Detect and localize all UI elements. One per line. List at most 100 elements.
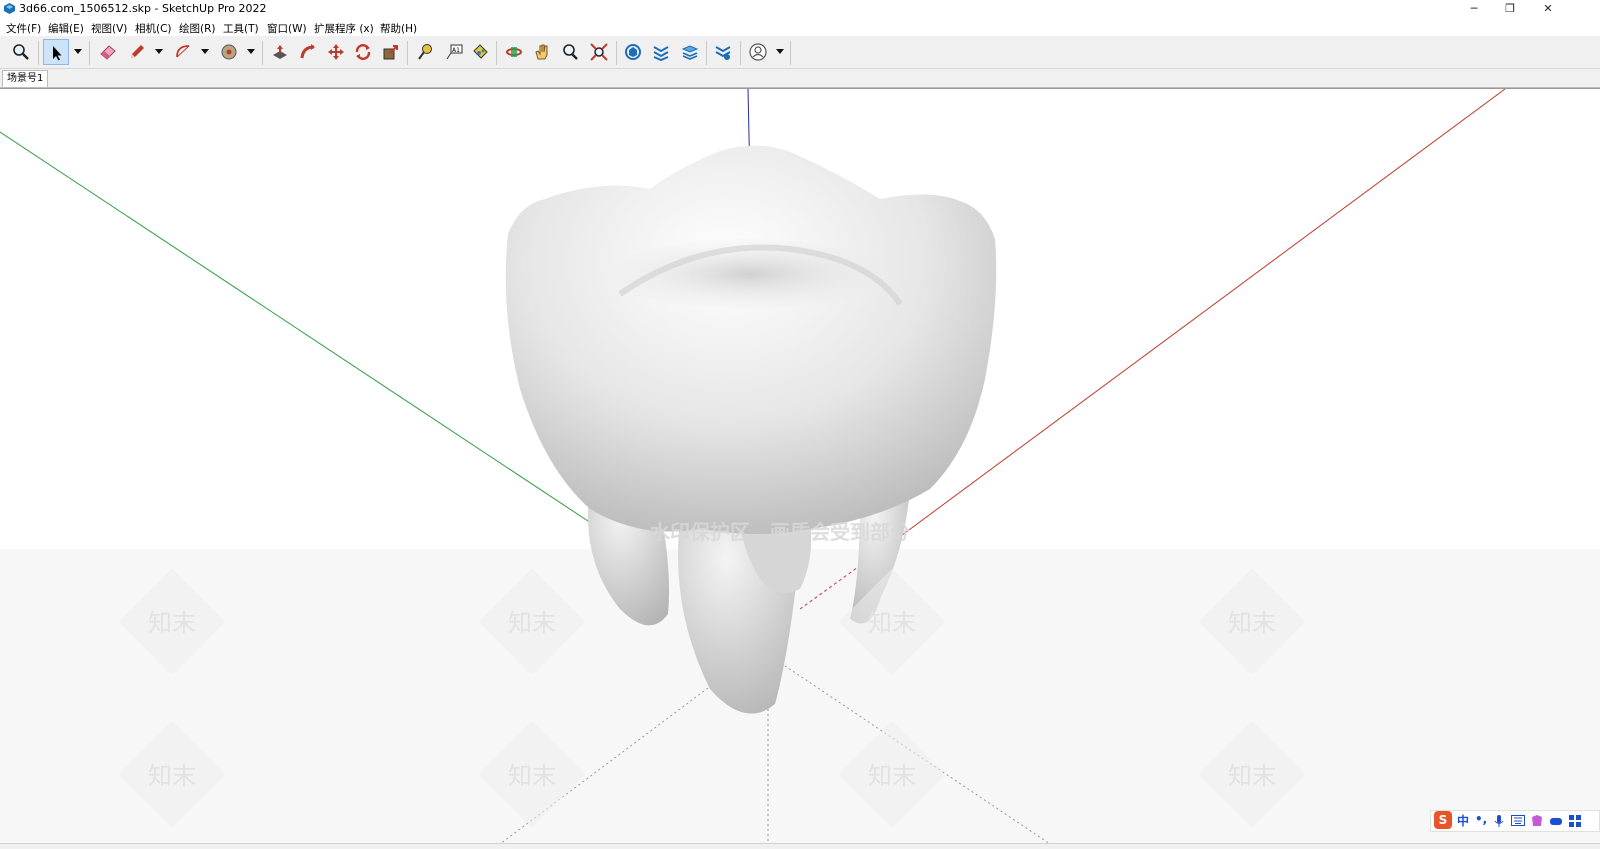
sketchup-logo-icon	[4, 3, 15, 14]
arc-icon	[176, 45, 190, 58]
watermark-logo: 知末	[508, 609, 556, 637]
zoom-extents-tool[interactable]	[586, 39, 612, 65]
extension-manager-tool[interactable]	[710, 39, 736, 65]
follow-me-icon	[300, 44, 315, 59]
orbit-icon	[506, 47, 522, 57]
zoom-extents-icon	[590, 43, 608, 61]
zoom-window-tool[interactable]	[8, 39, 34, 65]
ime-logo-icon[interactable]: S	[1434, 811, 1452, 829]
watermark-logo: 知末	[868, 609, 916, 637]
toolbar-separator	[790, 41, 791, 65]
orbit-tool[interactable]	[501, 39, 527, 65]
main-toolbar: A1	[0, 36, 1600, 69]
toolbar-separator	[38, 41, 39, 65]
extension-manager-icon	[715, 46, 731, 60]
svg-text:A1: A1	[452, 47, 460, 54]
watermark-logo: 知末	[148, 609, 196, 637]
menu-camera[interactable]: 相机(C)	[135, 21, 172, 36]
toolbar-separator	[706, 41, 707, 65]
watermark-logo: 知末	[508, 762, 556, 790]
rotate-icon	[355, 44, 371, 60]
push-pull-tool[interactable]	[267, 39, 293, 65]
layers-icon	[681, 45, 699, 60]
menu-edit[interactable]: 编辑(E)	[48, 21, 84, 36]
toolbar-separator	[740, 41, 741, 65]
drawing-viewport[interactable]: 知末 知末 知末 知末 知末 知末 知末 知末 水印保护区，画质会受到部分	[0, 88, 1600, 844]
status-bar	[0, 843, 1600, 849]
chevron-down-icon[interactable]	[201, 47, 209, 55]
menu-help[interactable]: 帮助(H)	[380, 21, 417, 36]
move-arrows-icon	[328, 44, 344, 60]
text-label-icon: A1	[446, 44, 463, 60]
arc-tool[interactable]	[170, 39, 196, 65]
extension-warehouse-icon	[653, 46, 669, 61]
ime-mode-toggle[interactable]: 中	[1457, 812, 1469, 829]
menu-window[interactable]: 窗口(W)	[267, 21, 307, 36]
keyboard-icon[interactable]	[1511, 815, 1525, 826]
toolbar-separator	[616, 41, 617, 65]
game-icon[interactable]	[1549, 814, 1563, 828]
scene-tabs-bar: 场景号1	[0, 69, 1600, 88]
move-tool[interactable]	[323, 39, 349, 65]
menu-file[interactable]: 文件(F)	[6, 21, 41, 36]
eraser-icon	[100, 45, 116, 60]
chevron-down-icon[interactable]	[247, 47, 255, 55]
watermark-logo: 知末	[148, 762, 196, 790]
menu-extensions[interactable]: 扩展程序 (x)	[314, 21, 374, 36]
watermark-logo: 知末	[1228, 762, 1276, 790]
text-tool[interactable]: A1	[441, 39, 467, 65]
paint-bucket-icon	[473, 44, 488, 59]
disc-icon	[221, 44, 237, 60]
follow-me-tool[interactable]	[295, 39, 321, 65]
scale-tool[interactable]	[378, 39, 404, 65]
window-title: 3d66.com_1506512.skp - SketchUp Pro 2022	[19, 2, 267, 15]
watermark-notice: 水印保护区，画质会受到部分	[650, 520, 910, 544]
chevron-down-icon[interactable]	[74, 47, 82, 55]
toolbar-separator	[262, 41, 263, 65]
restore-button[interactable]: ❐	[1492, 0, 1528, 18]
select-tool[interactable]	[43, 39, 69, 65]
title-bar: 3d66.com_1506512.skp - SketchUp Pro 2022…	[0, 0, 1600, 18]
toolbar-separator	[89, 41, 90, 65]
chevron-down-icon[interactable]	[776, 47, 784, 55]
menu-tools[interactable]: 工具(T)	[223, 21, 259, 36]
pan-tool[interactable]	[529, 39, 555, 65]
zoom-tool[interactable]	[557, 39, 583, 65]
ime-toolbar[interactable]: S 中 •,	[1430, 810, 1600, 832]
mic-icon[interactable]	[1493, 814, 1505, 828]
layout-tool[interactable]	[677, 39, 703, 65]
chevron-down-icon[interactable]	[155, 47, 163, 55]
watermark-band	[0, 549, 1600, 844]
skin-icon[interactable]	[1530, 814, 1544, 828]
extension-warehouse-tool[interactable]	[648, 39, 674, 65]
scale-icon	[383, 45, 398, 60]
ime-punct-toggle[interactable]: •,	[1475, 812, 1487, 826]
menu-view[interactable]: 视图(V)	[91, 21, 127, 36]
tape-tool[interactable]	[216, 39, 242, 65]
toolbar-separator	[496, 41, 497, 65]
warehouse-icon	[625, 44, 641, 60]
menu-bar: 文件(F) 编辑(E) 视图(V) 相机(C) 绘图(R) 工具(T) 窗口(W…	[0, 18, 1600, 36]
arrow-cursor-icon	[53, 46, 62, 61]
tape-measure-tool[interactable]	[412, 39, 438, 65]
rotate-tool[interactable]	[350, 39, 376, 65]
user-account-icon	[749, 43, 767, 61]
account-tool[interactable]	[745, 39, 771, 65]
toolbar-separator	[407, 41, 408, 65]
hand-icon	[535, 44, 548, 60]
close-button[interactable]: ✕	[1530, 0, 1566, 18]
eraser-tool[interactable]	[95, 39, 121, 65]
tape-measure-icon	[418, 44, 432, 60]
3d-warehouse-tool[interactable]	[620, 39, 646, 65]
scene-canvas[interactable]: 知末 知末 知末 知末 知末 知末 知末 知末 水印保护区，画质会受到部分	[0, 89, 1600, 844]
watermark-logo: 知末	[868, 762, 916, 790]
grid-icon[interactable]	[1568, 814, 1582, 828]
pencil-tool[interactable]	[124, 39, 150, 65]
menu-draw[interactable]: 绘图(R)	[179, 21, 216, 36]
scene-tab[interactable]: 场景号1	[2, 70, 49, 87]
magnifier-icon	[563, 44, 578, 60]
pencil-icon	[131, 45, 144, 58]
minimize-button[interactable]: ─	[1456, 0, 1492, 18]
magnifier-icon	[13, 44, 29, 60]
paint-bucket-tool[interactable]	[467, 39, 493, 65]
